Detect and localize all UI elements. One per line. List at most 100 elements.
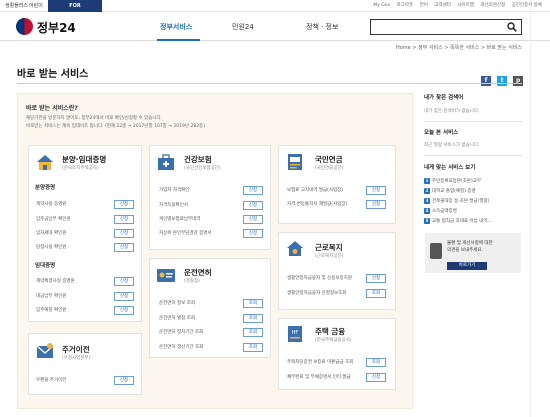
list-item: 당첨사실 확인원 신청 (36, 243, 136, 253)
today-viewed-title: 오늘 본 서비스 (424, 130, 459, 136)
smartphone-icon (430, 243, 442, 259)
sidebar-divider (424, 155, 522, 156)
card-health-title: 건강보험 (184, 155, 212, 164)
list-item: 생활안정자금융자 및 신용보증지원 신청 (287, 274, 389, 284)
list-item: 운전면허 벌점 조회 조회 (159, 314, 265, 324)
apply-button[interactable]: 신청 (114, 200, 134, 209)
recommended-item[interactable]: 4 소득금액증명 (424, 208, 457, 214)
recent-search-title: 내가 찾은 검색어 (424, 95, 464, 101)
apply-button[interactable]: 신청 (114, 292, 134, 301)
recommended-item[interactable]: 3 건축물대장 등·초본 발급(열람) (424, 198, 489, 204)
search-input[interactable] (370, 19, 522, 35)
recommended-item[interactable]: 1 주민등록표등본(초본)교부 (424, 178, 481, 184)
breadcrumb: Home > 정부 서비스 > 똑똑한 서비스 > 바로 받는 서비스 (395, 45, 522, 51)
document-icon (288, 154, 302, 170)
home-heart-icon (287, 241, 303, 256)
nav-gov-service[interactable]: 정부서비스 (160, 22, 192, 32)
recent-search-empty: 내가 찾은 검색어가 없습니다. (424, 109, 480, 114)
list-item: 개인별보험료납부내역 신청 (159, 215, 265, 225)
apply-button[interactable]: 신청 (114, 306, 134, 315)
apply-button[interactable]: 신청 (243, 215, 263, 224)
housing-sec1-title: 분양증명 (35, 185, 56, 191)
card-move-subtitle: (우정사업본부) (62, 356, 91, 361)
list-item: 생활안정자금융자 신청정보조회 조회 (287, 289, 389, 299)
feedback-text: 불편 및 개선사항에 대한 의견을 보내주세요. (447, 241, 493, 253)
recommended-title: 내게 맞는 서비스 보기 (424, 165, 476, 171)
page-title: 바로 받는 서비스 (17, 69, 89, 80)
nav-minwon24[interactable]: 민원24 (232, 22, 254, 32)
card-driver-title: 운전면허 (184, 268, 212, 277)
lookup-button[interactable]: 조회 (243, 314, 263, 323)
intro-desc: 해당기관을 방문하지 않아도, 정부24에서 바로 확인/신청할 수 있습니다.… (26, 115, 205, 131)
search-icon[interactable] (507, 22, 517, 32)
topbar-right-links: My Gov 로그아웃 언어 고객센터 사이트맵 개선의견신청 공인인증서 등록 (368, 0, 542, 12)
card-housing-subtitle: (한국토지주택공사) (62, 166, 99, 171)
feedback-button[interactable]: 바로가기 (447, 262, 487, 270)
apply-button[interactable]: 신청 (114, 243, 134, 252)
apply-button[interactable]: 신청 (114, 277, 134, 286)
sitemap-link[interactable]: 사이트맵 (457, 3, 474, 8)
svg-text:HF: HF (292, 330, 299, 336)
list-item: 임주예정 확인원 신청 (36, 306, 136, 316)
apply-button[interactable]: 신청 (114, 229, 134, 238)
finance-document-icon: HF (288, 326, 302, 342)
list-item: 임차세대 확인원 신청 (36, 229, 136, 239)
cert-link[interactable]: 공인인증서 등록 (512, 3, 542, 8)
apply-button[interactable]: 신청 (366, 186, 386, 195)
facebook-icon[interactable]: f (481, 76, 491, 86)
language-link[interactable]: 언어 (420, 3, 428, 8)
taegeuk-logo-icon[interactable] (16, 18, 33, 35)
apply-button[interactable]: 신청 (366, 274, 386, 283)
sidebar-divider (424, 121, 522, 122)
lookup-button[interactable]: 조회 (366, 358, 386, 367)
apply-button[interactable]: 신청 (366, 200, 386, 209)
recommended-item[interactable]: 5 교통 범칙금 과태료 미납 내역… (424, 218, 492, 224)
logo-text[interactable]: 정부24 (37, 19, 76, 36)
feedback-link[interactable]: 개선의견신청 (480, 3, 505, 8)
list-item: 운전면허 정지기간 조회 조회 (159, 328, 265, 338)
today-viewed-empty: 최근 열람 서비스가 없습니다. (424, 143, 480, 148)
list-item: 우편물 주거이전 신청 (36, 376, 136, 386)
list-item: 운전면허 갱신기간 조회 조회 (159, 343, 265, 353)
topbar-link-kids[interactable]: 어린이 (24, 0, 48, 12)
apply-button[interactable]: 신청 (243, 186, 263, 195)
house-icon (37, 155, 53, 170)
list-item: 보험료 고지내역 발급(사업장) 신청 (287, 186, 389, 196)
list-item: 운전면허 정보 조회 조회 (159, 299, 265, 309)
card-pension-subtitle: (국민연금공단) (315, 166, 344, 171)
logout-link[interactable]: 로그아웃 (397, 3, 414, 8)
print-icon[interactable]: p (513, 76, 524, 86)
card-finance-title: 주택 금융 (315, 327, 346, 336)
nav-policy-info[interactable]: 정책 · 정보 (306, 22, 338, 32)
lookup-button[interactable]: 조회 (243, 328, 263, 337)
mygov-link[interactable]: My Gov (373, 3, 390, 8)
list-item: 채무완료 및 부채증명서 인터 발급 신청 (287, 373, 389, 383)
lookup-button[interactable]: 조회 (243, 299, 263, 308)
card-welfare-title: 근로복지 (315, 243, 343, 252)
twitter-icon[interactable]: t (497, 76, 508, 86)
apply-button[interactable]: 신청 (243, 229, 263, 238)
list-item: 계약사실 증명원 신청 (36, 200, 136, 210)
active-nav-underline (157, 39, 200, 41)
apply-button[interactable]: 신청 (366, 373, 386, 382)
page-edge (530, 0, 531, 417)
topbar-link-foreigner[interactable]: FOR FOREIGNER (48, 0, 102, 21)
intro-line1: 해당기관을 방문하지 않아도, 정부24에서 바로 확인/신청할 수 있습니다. (26, 116, 163, 121)
customer-center-link[interactable]: 고객센터 (434, 3, 451, 8)
title-divider (17, 83, 522, 84)
intro: 바로 받는 서비스란? 해당기관을 방문하지 않아도, 정부24에서 바로 확인… (26, 103, 205, 131)
lookup-button[interactable]: 조회 (366, 289, 386, 298)
card-housing-title: 분양·임대증명 (62, 155, 107, 164)
apply-button[interactable]: 신청 (114, 376, 134, 385)
license-card-icon (157, 269, 175, 282)
card-pension-title: 국민연금 (315, 155, 343, 164)
apply-button[interactable]: 신청 (243, 201, 263, 210)
apply-button[interactable]: 신청 (114, 215, 134, 224)
list-item: 주택저당증권 보증료 미환급금 조회 조회 (287, 358, 389, 368)
medical-kit-icon (158, 154, 174, 170)
recommended-item[interactable]: 2 대학교 졸업(예정) 증명 (424, 188, 476, 194)
intro-line2: 바로받는 서비스는 계속 업데이트 됩니다. (현재 22종 → 2017년말 … (26, 124, 205, 129)
card-welfare-subtitle: (근로복지공단) (315, 254, 344, 259)
intro-title: 바로 받는 서비스란? (26, 105, 78, 112)
lookup-button[interactable]: 조회 (243, 343, 263, 352)
